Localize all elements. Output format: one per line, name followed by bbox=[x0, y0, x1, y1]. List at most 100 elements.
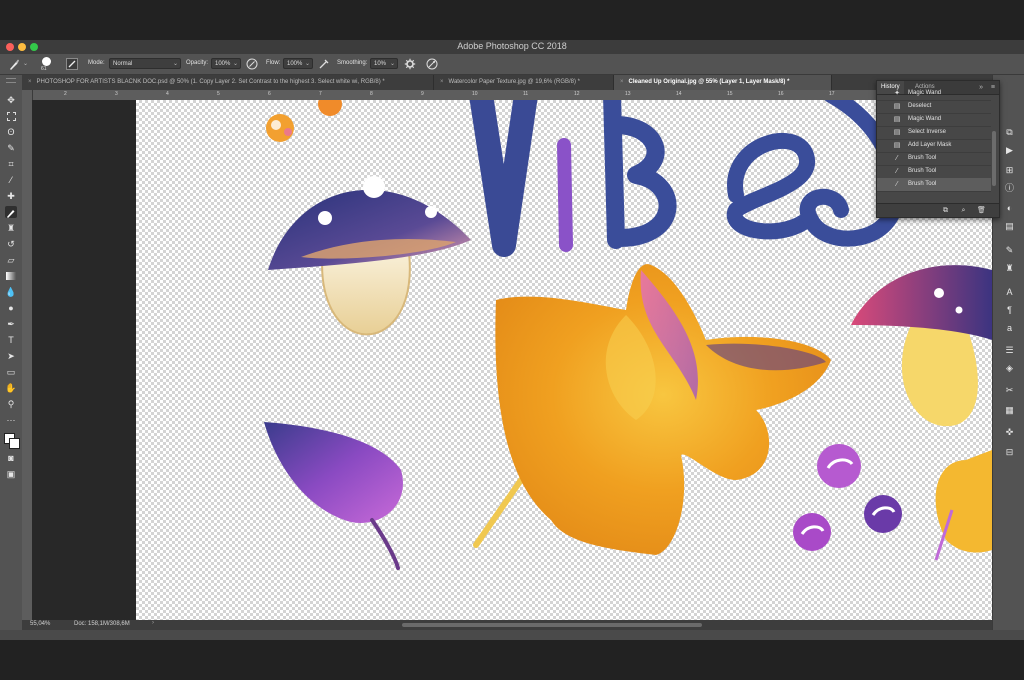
styles-icon[interactable]: ▤ bbox=[1004, 221, 1015, 232]
history-state-item[interactable]: ▤ Add Layer Mask bbox=[877, 139, 991, 153]
camera-snapshot-icon[interactable]: ⌕ bbox=[959, 206, 968, 215]
pressure-size-icon[interactable] bbox=[426, 58, 438, 70]
crop-tool-icon[interactable]: ⌗ bbox=[5, 158, 17, 170]
chevron-down-icon: ⌄ bbox=[304, 61, 310, 67]
smoothing-field[interactable]: 10% ⌄ bbox=[370, 58, 398, 69]
libraries-icon[interactable]: ☰ bbox=[1004, 345, 1015, 356]
status-bar: 55,04% Doc: 158,1M/308,6M › bbox=[22, 620, 992, 630]
mushroom-illustration bbox=[268, 176, 471, 336]
opacity-field[interactable]: 100% ⌄ bbox=[211, 58, 241, 69]
document-canvas[interactable] bbox=[136, 100, 992, 620]
more-tools-icon[interactable]: ··· bbox=[5, 414, 17, 426]
history-state-label: Magic Wand bbox=[908, 116, 942, 122]
background-color-swatch[interactable] bbox=[9, 438, 20, 449]
history-state-icon: ▤ bbox=[893, 142, 901, 149]
purple-beads bbox=[793, 444, 902, 551]
horizontal-scrollbar[interactable] bbox=[402, 623, 702, 627]
new-document-from-state-icon[interactable]: ⧉ bbox=[941, 206, 950, 215]
brush-tip-icon bbox=[42, 57, 51, 66]
brush-icon: ⁄ bbox=[896, 181, 898, 188]
flow-field[interactable]: 100% ⌄ bbox=[283, 58, 313, 69]
eraser-tool-icon[interactable]: ▱ bbox=[5, 254, 17, 266]
clone-source-icon[interactable]: ♜ bbox=[1004, 263, 1015, 274]
photoshop-window: Adobe Photoshop CC 2018 ⌄ 61 Mode: Norma… bbox=[0, 40, 1024, 640]
ruler-tick-label: 16 bbox=[778, 91, 784, 97]
history-brush-tool-icon[interactable]: ↺ bbox=[5, 238, 17, 250]
close-icon[interactable]: × bbox=[620, 79, 624, 85]
pen-tool-icon[interactable]: ✒ bbox=[5, 318, 17, 330]
brush-tool-icon[interactable] bbox=[5, 206, 17, 218]
type-tool-icon[interactable]: T bbox=[5, 334, 17, 346]
close-icon[interactable]: × bbox=[440, 79, 444, 85]
document-tabs: × PHOTOSHOP FOR ARTISTS BLACNK DOC.psd @ … bbox=[22, 75, 992, 90]
character-icon[interactable]: A bbox=[1004, 287, 1015, 298]
history-state-item[interactable]: ⁄ Brush Tool bbox=[877, 165, 991, 179]
paths-icon[interactable]: ✜ bbox=[1004, 427, 1015, 438]
paragraph-icon[interactable]: ¶ bbox=[1004, 305, 1015, 316]
adjustments-icon[interactable]: ◐ bbox=[1004, 203, 1015, 214]
swatches-icon[interactable]: ⊟ bbox=[1004, 447, 1015, 458]
marquee-tool-icon[interactable] bbox=[5, 110, 17, 122]
hand-tool-icon[interactable]: ✋ bbox=[5, 382, 17, 394]
trash-icon[interactable]: 🗑 bbox=[977, 206, 986, 215]
brush-size-picker[interactable]: 61 bbox=[40, 57, 53, 72]
glyphs-icon[interactable]: a bbox=[1004, 323, 1015, 334]
ruler-tick-label: 9 bbox=[421, 91, 424, 97]
close-icon[interactable]: × bbox=[28, 79, 32, 85]
rectangle-tool-icon[interactable]: ▭ bbox=[5, 366, 17, 378]
document-tab-2[interactable]: × Watercolor Paper Texture.jpg @ 19,6% (R… bbox=[434, 75, 614, 90]
eyedropper-tool-icon[interactable]: ⁄ bbox=[5, 174, 17, 186]
document-size[interactable]: Doc: 158,1M/308,6M bbox=[74, 621, 130, 627]
zoom-level[interactable]: 55,04% bbox=[30, 621, 50, 627]
document-tab-1[interactable]: × PHOTOSHOP FOR ARTISTS BLACNK DOC.psd @ … bbox=[22, 75, 434, 90]
info-icon[interactable]: ⓘ bbox=[1004, 183, 1015, 194]
pressure-opacity-icon[interactable] bbox=[246, 58, 258, 70]
brush-settings-icon[interactable]: ✎ bbox=[1004, 245, 1015, 256]
ruler-tick-label: 2 bbox=[64, 91, 67, 97]
zoom-tool-icon[interactable]: ⚲ bbox=[5, 398, 17, 410]
move-tool-icon[interactable]: ✥ bbox=[5, 94, 17, 106]
vibes-lettering bbox=[469, 100, 904, 257]
history-state-item[interactable]: ⁄ Brush Tool bbox=[877, 152, 991, 166]
chevron-down-icon[interactable]: ⌄ bbox=[23, 60, 28, 67]
history-state-label: Brush Tool bbox=[908, 155, 937, 161]
dodge-tool-icon[interactable]: ● bbox=[5, 302, 17, 314]
properties-icon[interactable]: ⊞ bbox=[1004, 165, 1015, 176]
gradient-tool-icon[interactable] bbox=[5, 270, 17, 282]
play-actions-icon[interactable]: ▶ bbox=[1004, 145, 1015, 156]
history-footer: ⧉ ⌕ 🗑 bbox=[877, 203, 999, 217]
layers-icon[interactable]: ◈ bbox=[1004, 363, 1015, 374]
brush-icon: ⁄ bbox=[896, 168, 898, 175]
gear-icon[interactable] bbox=[404, 58, 416, 70]
lasso-tool-icon[interactable]: ʘ bbox=[5, 126, 17, 138]
brush-tool-preset-icon[interactable] bbox=[8, 58, 20, 70]
history-state-item[interactable]: ▤ Select Inverse bbox=[877, 126, 991, 140]
history-state-icon: ▤ bbox=[893, 103, 901, 110]
timeline-icon[interactable]: ✂ bbox=[1004, 385, 1015, 396]
history-state-item[interactable]: ▤ Magic Wand bbox=[877, 113, 991, 127]
screen-mode-icon[interactable]: ▣ bbox=[5, 468, 17, 480]
mode-select[interactable]: Normal ⌄ bbox=[109, 58, 181, 69]
canvas-area[interactable] bbox=[32, 100, 992, 620]
history-scrollbar[interactable] bbox=[992, 131, 996, 186]
history-state-label: Brush Tool bbox=[908, 181, 937, 187]
channels-icon[interactable]: ▦ bbox=[1004, 405, 1015, 416]
blur-tool-icon[interactable]: 💧 bbox=[5, 286, 17, 298]
path-selection-tool-icon[interactable]: ➤ bbox=[5, 350, 17, 362]
status-menu-arrow-icon[interactable]: › bbox=[152, 620, 154, 626]
clone-stamp-tool-icon[interactable]: ♜ bbox=[5, 222, 17, 234]
quick-selection-tool-icon[interactable]: ✎ bbox=[5, 142, 17, 154]
quick-mask-icon[interactable]: ◙ bbox=[5, 452, 17, 464]
ruler-tick-label: 15 bbox=[727, 91, 733, 97]
airbrush-icon[interactable] bbox=[318, 58, 330, 70]
document-tab-3[interactable]: × Cleaned Up Original.jpg @ 55% (Layer 1,… bbox=[614, 75, 832, 90]
ruler-tick-label: 3 bbox=[115, 91, 118, 97]
history-state-item[interactable]: ▤ Deselect bbox=[877, 100, 991, 114]
history-state-item[interactable]: ⁄ Brush Tool bbox=[877, 178, 991, 192]
healing-brush-tool-icon[interactable]: ✚ bbox=[5, 190, 17, 202]
chevron-down-icon: ⌄ bbox=[389, 61, 395, 67]
history-state-icon: ▤ bbox=[893, 129, 901, 136]
history-panel-icon[interactable]: ⧉ bbox=[1004, 127, 1015, 138]
brush-settings-panel-icon[interactable] bbox=[66, 58, 78, 70]
ruler-tick-label: 8 bbox=[370, 91, 373, 97]
